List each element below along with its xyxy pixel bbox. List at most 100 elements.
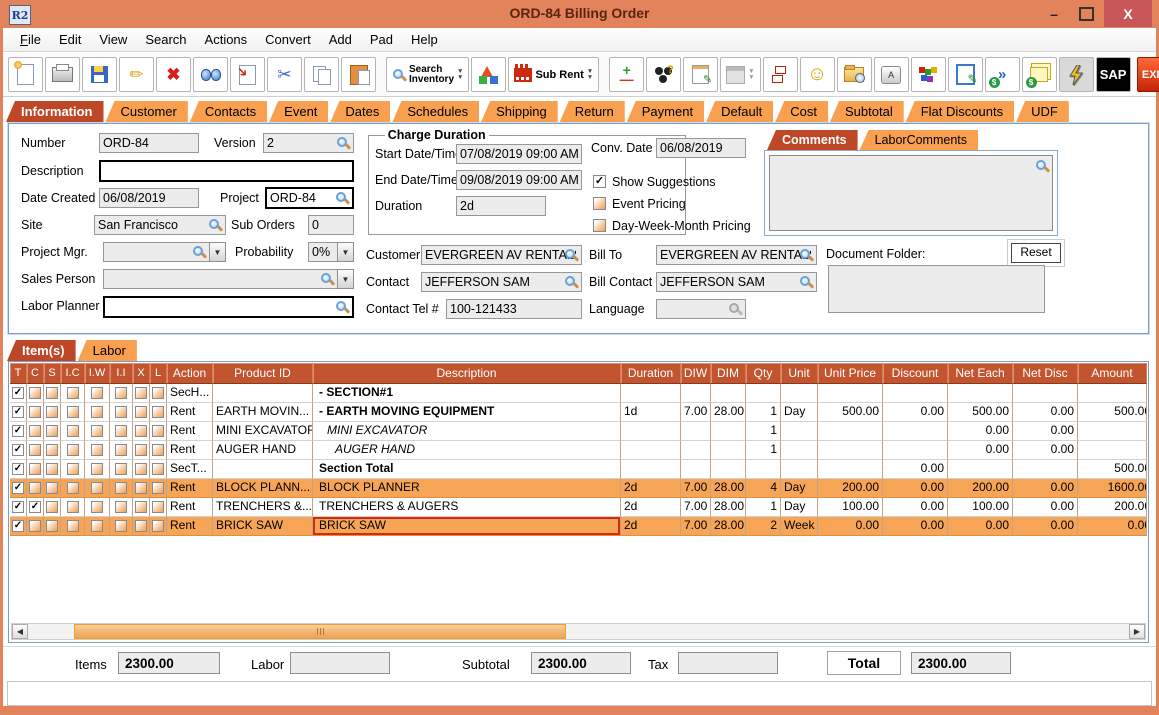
row-checkbox[interactable] xyxy=(152,425,164,437)
cell-net-each[interactable] xyxy=(948,460,1013,479)
org-chart-button[interactable] xyxy=(763,57,798,92)
show-suggestions-checkbox[interactable]: ✓ xyxy=(593,175,606,188)
sales-person-dropdown[interactable]: ▼ xyxy=(337,269,354,289)
cell-unit-price[interactable]: 0.00 xyxy=(818,517,883,536)
cell-discount[interactable]: 0.00 xyxy=(883,517,948,536)
cell-qty[interactable] xyxy=(746,460,781,479)
cell-unit-price[interactable]: 200.00 xyxy=(818,479,883,498)
cell-net-each[interactable]: 0.00 xyxy=(948,517,1013,536)
cell-product-id[interactable]: BLOCK PLANN... xyxy=(213,479,313,498)
cell-net-each[interactable]: 0.00 xyxy=(948,422,1013,441)
lookup-icon[interactable] xyxy=(192,245,206,259)
cell-dim[interactable]: 28.00 xyxy=(711,403,746,422)
tab-flat-discounts[interactable]: Flat Discounts xyxy=(906,101,1014,122)
site-field[interactable]: San Francisco xyxy=(94,215,226,235)
probability-dropdown[interactable]: ▼ xyxy=(337,242,354,262)
menu-help[interactable]: Help xyxy=(402,30,447,49)
col-header-l[interactable]: L xyxy=(150,363,167,384)
row-checkbox[interactable] xyxy=(46,501,58,513)
document-folder-box[interactable] xyxy=(828,265,1045,313)
cell-duration[interactable]: 2d xyxy=(621,517,681,536)
row-checkbox[interactable] xyxy=(91,425,103,437)
cubes-button[interactable] xyxy=(911,57,946,92)
shapes-button[interactable] xyxy=(471,57,506,92)
cell-discount[interactable]: 0.00 xyxy=(883,479,948,498)
cell-unit[interactable]: Week xyxy=(781,517,818,536)
day-week-month-pricing-checkbox[interactable] xyxy=(593,219,606,232)
cell-unit[interactable]: Day xyxy=(781,479,818,498)
row-checkbox[interactable] xyxy=(135,425,147,437)
cell-net-disc[interactable] xyxy=(1013,384,1078,403)
row-checkbox[interactable]: ✓ xyxy=(12,520,24,532)
lookup-icon[interactable] xyxy=(335,191,349,205)
tab-udf[interactable]: UDF xyxy=(1016,101,1069,122)
col-header-qty[interactable]: Qty xyxy=(746,363,781,384)
cell-diw[interactable] xyxy=(681,422,711,441)
row-checkbox[interactable] xyxy=(67,425,79,437)
cell-dim[interactable] xyxy=(711,460,746,479)
row-checkbox[interactable] xyxy=(46,425,58,437)
group-button[interactable] xyxy=(646,57,681,92)
cell-dim[interactable] xyxy=(711,384,746,403)
row-checkbox[interactable] xyxy=(135,501,147,513)
col-header-iw[interactable]: I.W xyxy=(85,363,110,384)
cell-product-id[interactable] xyxy=(213,384,313,403)
menu-edit[interactable]: Edit xyxy=(50,30,90,49)
scroll-left-button[interactable]: ◀ xyxy=(12,624,28,639)
cell-unit-price[interactable]: 500.00 xyxy=(818,403,883,422)
lookup-icon[interactable] xyxy=(320,272,334,286)
row-checkbox[interactable] xyxy=(115,425,127,437)
project-field[interactable]: ORD-84 xyxy=(265,187,354,209)
row-checkbox[interactable] xyxy=(91,406,103,418)
notes-dollar-button[interactable]: $ xyxy=(1022,57,1057,92)
cell-description[interactable]: - SECTION#1 xyxy=(313,384,621,403)
cell-net-each[interactable]: 0.00 xyxy=(948,441,1013,460)
paste-button[interactable] xyxy=(341,57,376,92)
cell-amount[interactable]: 500.00 xyxy=(1078,403,1147,422)
close-button[interactable]: X xyxy=(1104,0,1152,27)
row-checkbox[interactable] xyxy=(152,520,164,532)
cell-dim[interactable] xyxy=(711,441,746,460)
quick-post-button[interactable] xyxy=(1059,57,1094,92)
row-checkbox[interactable] xyxy=(152,444,164,456)
col-header-duration[interactable]: Duration xyxy=(621,363,681,384)
lookup-icon[interactable] xyxy=(1035,159,1049,173)
col-header-amount[interactable]: Amount xyxy=(1078,363,1147,384)
lookup-icon[interactable] xyxy=(336,136,350,150)
row-checkbox[interactable] xyxy=(115,501,127,513)
cell-action[interactable]: Rent xyxy=(167,403,213,422)
cell-qty[interactable]: 1 xyxy=(746,498,781,517)
col-header-discount[interactable]: Discount xyxy=(883,363,948,384)
cell-duration[interactable]: 1d xyxy=(621,403,681,422)
row-checkbox[interactable] xyxy=(152,387,164,399)
cell-qty[interactable]: 1 xyxy=(746,403,781,422)
row-checkbox[interactable]: ✓ xyxy=(12,463,24,475)
cell-qty[interactable]: 1 xyxy=(746,441,781,460)
col-header-dim[interactable]: DIM xyxy=(711,363,746,384)
cell-product-id[interactable]: MINI EXCAVATOR xyxy=(213,422,313,441)
row-checkbox[interactable]: ✓ xyxy=(12,425,24,437)
scrollbar-thumb[interactable] xyxy=(74,624,566,639)
copy-button[interactable] xyxy=(304,57,339,92)
cell-net-disc[interactable]: 0.00 xyxy=(1013,441,1078,460)
delete-button[interactable]: ✖ xyxy=(156,57,191,92)
row-checkbox[interactable] xyxy=(67,501,79,513)
cell-amount[interactable] xyxy=(1078,441,1147,460)
cell-unit-price[interactable] xyxy=(818,441,883,460)
row-checkbox[interactable] xyxy=(91,501,103,513)
cell-dim[interactable]: 28.00 xyxy=(711,517,746,536)
cell-description[interactable]: BRICK SAW xyxy=(313,517,621,536)
lookup-icon[interactable] xyxy=(564,275,578,289)
cell-duration[interactable] xyxy=(621,422,681,441)
contact-field[interactable]: JEFFERSON SAM xyxy=(421,272,582,292)
minimize-button[interactable]: – xyxy=(1039,0,1069,27)
row-checkbox[interactable] xyxy=(135,444,147,456)
tab-information[interactable]: Information xyxy=(6,101,104,122)
row-checkbox[interactable] xyxy=(67,520,79,532)
cell-unit-price[interactable]: 100.00 xyxy=(818,498,883,517)
comments-textarea[interactable] xyxy=(769,155,1053,231)
row-checkbox[interactable] xyxy=(67,406,79,418)
row-checkbox[interactable] xyxy=(29,463,41,475)
row-checkbox[interactable] xyxy=(91,482,103,494)
write-note-button[interactable] xyxy=(948,57,983,92)
